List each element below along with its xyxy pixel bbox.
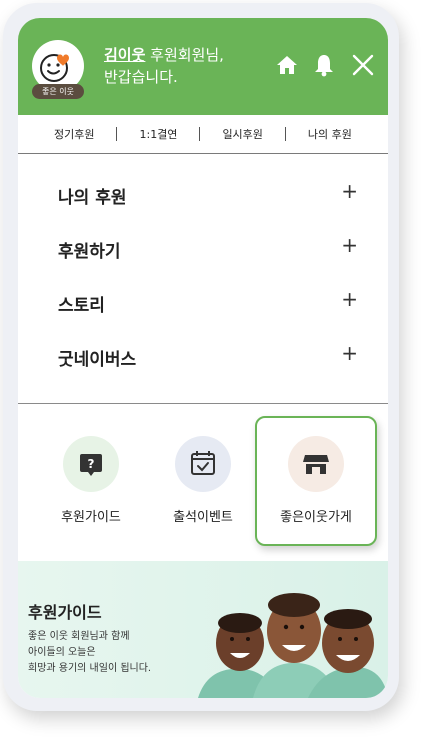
quick-link-donation-guide[interactable]: ? 후원가이드 — [38, 428, 144, 548]
tab-divider — [284, 127, 286, 141]
plus-icon: + — [341, 233, 358, 257]
quick-link-label: 좋은이웃가게 — [280, 510, 352, 525]
quick-tabs: 정기후원 1:1결연 일시후원 나의 후원 — [18, 115, 388, 154]
banner-title: 후원가이드 — [28, 603, 102, 622]
children-photo — [198, 593, 388, 698]
quick-link-label: 후원가이드 — [61, 510, 121, 525]
plus-icon: + — [341, 287, 358, 311]
bell-icon[interactable] — [311, 52, 337, 78]
svg-text:?: ? — [88, 457, 95, 471]
tab-my-donation[interactable]: 나의 후원 — [308, 126, 352, 142]
plus-icon: + — [341, 341, 358, 365]
tab-divider — [116, 127, 118, 141]
tab-regular-donation[interactable]: 정기후원 — [54, 126, 94, 142]
quick-link-good-neighbor-store[interactable]: 좋은이웃가게 — [255, 416, 377, 546]
menu-label: 스토리 — [58, 296, 105, 316]
greeting-line2: 반갑습니다. — [104, 68, 178, 86]
menu-item-goodneighbors[interactable]: 굿네이버스 + — [58, 341, 358, 371]
close-icon[interactable] — [350, 52, 376, 78]
menu-item-my-donation[interactable]: 나의 후원 + — [58, 179, 358, 209]
tab-divider — [199, 127, 201, 141]
banner-description: 좋은 이웃 회원님과 함께 아이들의 오늘은 희망과 용기의 내일이 됩니다. — [28, 629, 151, 677]
greeting-text: 김이웃 후원회원님, 반갑습니다. — [104, 44, 254, 88]
quick-link-attendance-event[interactable]: 출석이벤트 — [150, 428, 256, 548]
banner-line: 아이들의 오늘은 — [28, 647, 96, 658]
phone-frame: 좋은 이웃 김이웃 후원회원님, 반갑습니다. 정기후원 1:1결연 일시후원 … — [3, 3, 399, 711]
app-screen: 좋은 이웃 김이웃 후원회원님, 반갑습니다. 정기후원 1:1결연 일시후원 … — [18, 18, 388, 698]
tab-one-time-donation[interactable]: 일시후원 — [222, 126, 262, 142]
user-name-link[interactable]: 김이웃 — [104, 46, 145, 64]
header: 좋은 이웃 김이웃 후원회원님, 반갑습니다. — [18, 18, 388, 115]
home-icon[interactable] — [274, 52, 300, 78]
banner-line: 희망과 용기의 내일이 됩니다. — [28, 663, 152, 674]
banner-line: 좋은 이웃 회원님과 함께 — [28, 631, 130, 642]
menu-label: 후원하기 — [58, 242, 121, 262]
quick-icon-circle — [288, 436, 344, 492]
menu-item-story[interactable]: 스토리 + — [58, 287, 358, 317]
menu-label: 굿네이버스 — [58, 350, 137, 370]
menu-label: 나의 후원 — [58, 188, 127, 208]
avatar-badge: 좋은 이웃 — [32, 84, 84, 99]
greeting-suffix: 후원회원님, — [145, 46, 224, 64]
quick-link-label: 출석이벤트 — [173, 510, 233, 525]
donation-guide-banner[interactable]: 후원가이드 좋은 이웃 회원님과 함께 아이들의 오늘은 희망과 용기의 내일이… — [18, 561, 388, 698]
quick-icon-circle: ? — [63, 436, 119, 492]
store-icon — [303, 455, 329, 474]
plus-icon: + — [341, 179, 358, 203]
menu-item-donate[interactable]: 후원하기 + — [58, 233, 358, 263]
calendar-check-icon — [191, 451, 215, 475]
question-bubble-icon: ? — [80, 454, 102, 476]
quick-icon-circle — [175, 436, 231, 492]
tab-one-on-one[interactable]: 1:1결연 — [139, 126, 177, 142]
section-divider — [18, 403, 388, 404]
